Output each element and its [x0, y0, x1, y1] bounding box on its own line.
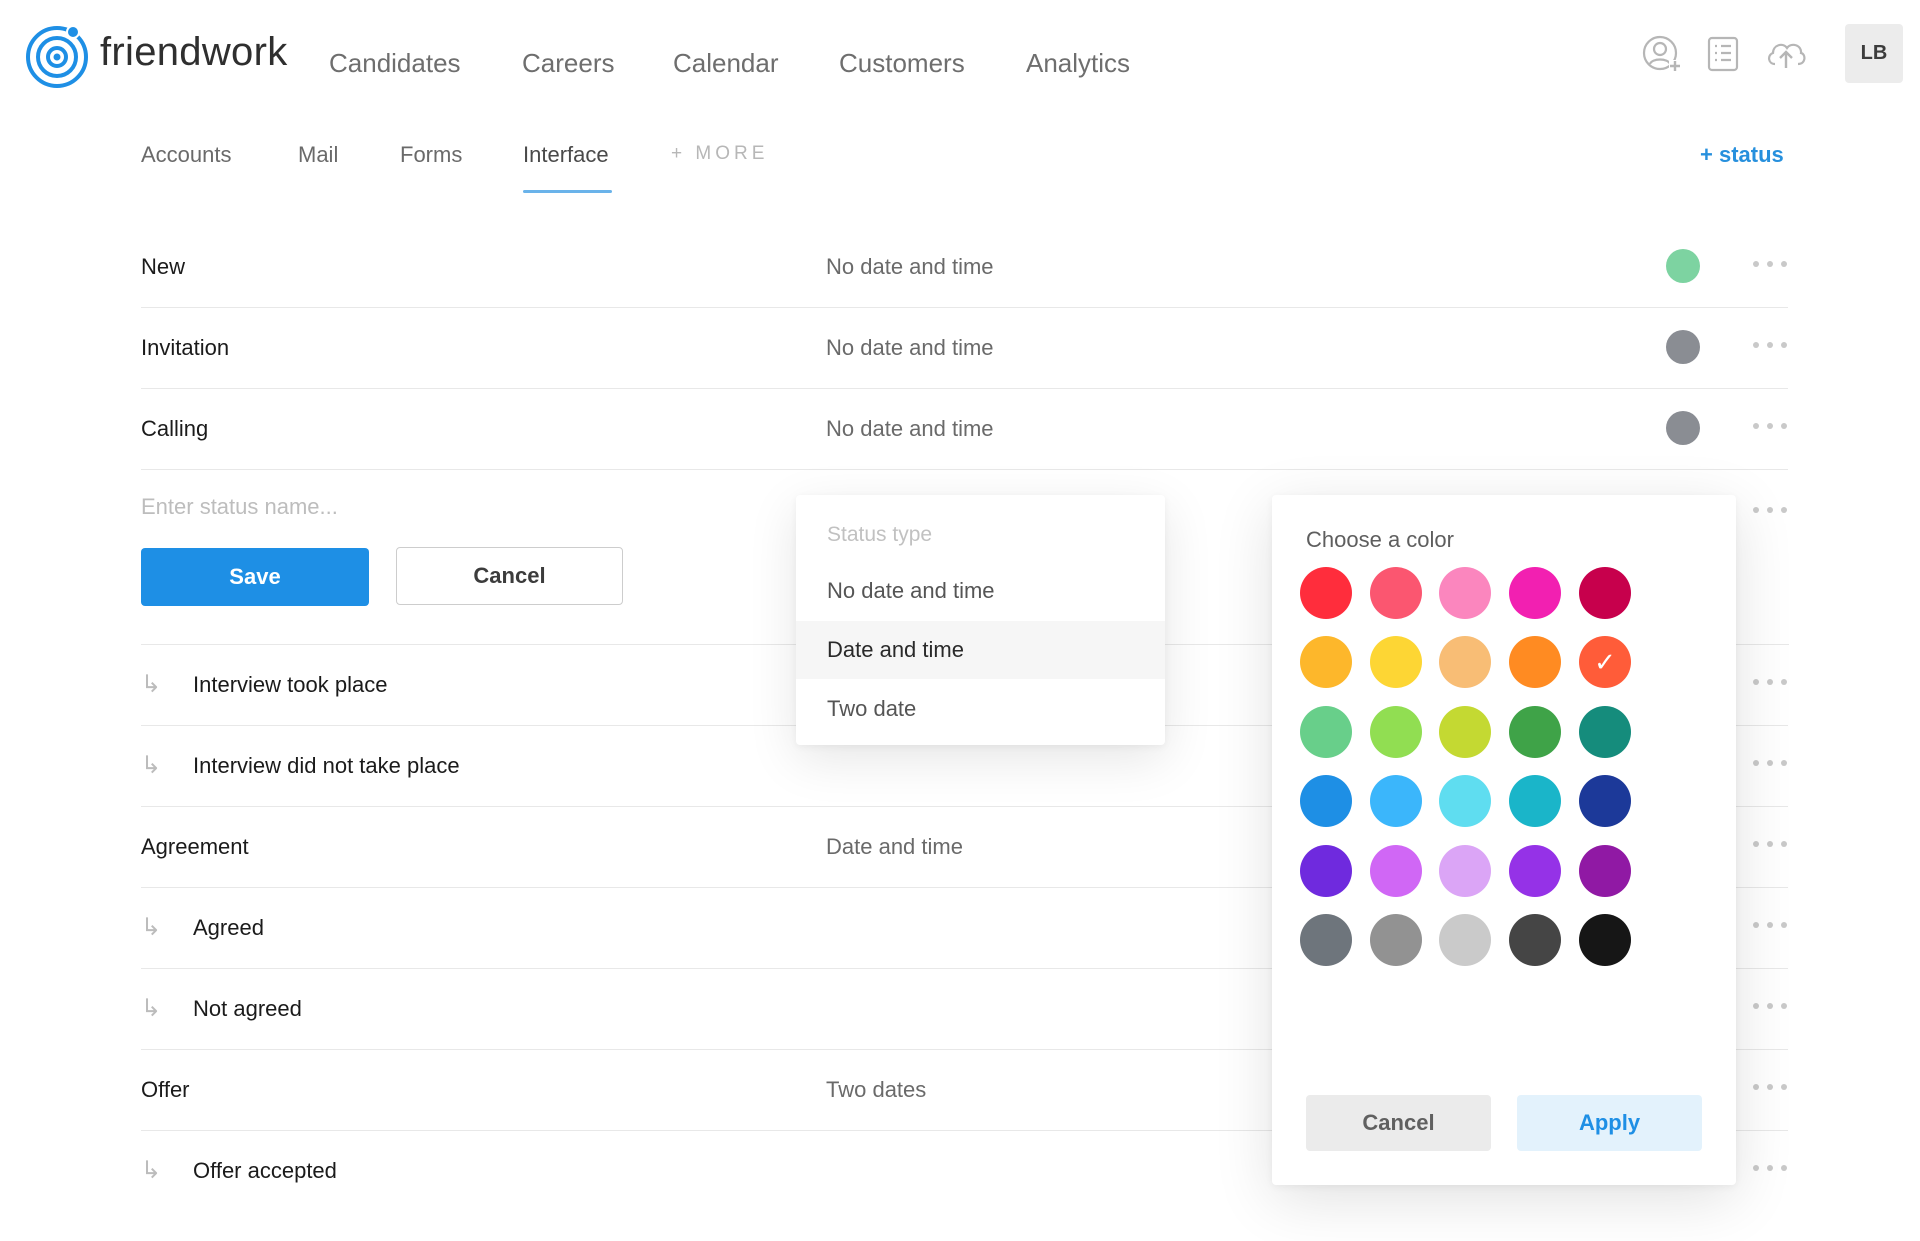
- status-row: New No date and time: [141, 227, 1788, 308]
- tab-accounts[interactable]: Accounts: [141, 142, 232, 168]
- status-name: Calling: [141, 416, 209, 441]
- status-row: Invitation No date and time: [141, 308, 1788, 389]
- row-more-icon[interactable]: [1753, 335, 1787, 355]
- color-swatch[interactable]: [1579, 914, 1631, 966]
- add-status-button[interactable]: + status: [1700, 142, 1784, 168]
- color-swatch[interactable]: [1579, 706, 1631, 758]
- color-swatch[interactable]: [1579, 567, 1631, 619]
- color-picker-popover: Choose a color ✓ Cancel Apply: [1272, 495, 1736, 1185]
- sub-status-arrow-icon: ↳: [141, 1157, 162, 1184]
- save-button[interactable]: Save: [141, 548, 369, 606]
- status-type: No date and time: [826, 335, 994, 360]
- row-more-icon[interactable]: [1753, 996, 1787, 1016]
- add-user-icon[interactable]: [1642, 34, 1682, 74]
- row-more-icon[interactable]: [1753, 753, 1787, 773]
- color-swatch[interactable]: [1439, 706, 1491, 758]
- row-more-icon[interactable]: [1753, 1077, 1787, 1097]
- color-swatch[interactable]: [1370, 706, 1422, 758]
- status-name: Interview took place: [193, 672, 388, 697]
- cloud-upload-icon[interactable]: [1764, 34, 1808, 74]
- top-nav-careers[interactable]: Careers: [522, 48, 614, 79]
- row-more-icon[interactable]: [1753, 416, 1787, 436]
- cancel-button[interactable]: Cancel: [396, 547, 623, 605]
- sub-status-arrow-icon: ↳: [141, 995, 162, 1022]
- color-swatch[interactable]: [1579, 845, 1631, 897]
- status-name: Agreed: [193, 915, 264, 940]
- status-type: Date and time: [826, 834, 963, 859]
- sub-status-arrow-icon: ↳: [141, 914, 162, 941]
- row-more-icon[interactable]: [1753, 1158, 1787, 1178]
- row-more-icon[interactable]: [1753, 500, 1787, 520]
- color-swatch[interactable]: [1509, 845, 1561, 897]
- status-color-dot[interactable]: [1666, 249, 1700, 283]
- color-swatch[interactable]: [1439, 845, 1491, 897]
- status-type: No date and time: [826, 254, 994, 279]
- color-swatch[interactable]: [1370, 914, 1422, 966]
- status-name: Offer: [141, 1077, 190, 1102]
- color-swatch[interactable]: [1509, 706, 1561, 758]
- color-swatch[interactable]: [1439, 775, 1491, 827]
- status-type: No date and time: [826, 416, 994, 441]
- active-tab-indicator: [523, 190, 612, 193]
- color-swatch[interactable]: [1370, 567, 1422, 619]
- row-more-icon[interactable]: [1753, 254, 1787, 274]
- friendwork-logo-icon[interactable]: [24, 24, 90, 90]
- list-document-icon[interactable]: [1703, 34, 1743, 74]
- color-swatch[interactable]: [1370, 845, 1422, 897]
- status-type-option[interactable]: No date and time: [796, 562, 1165, 620]
- status-type-dropdown: Status type No date and time Date and ti…: [796, 495, 1165, 745]
- user-avatar[interactable]: LB: [1845, 24, 1903, 83]
- status-row: Calling No date and time: [141, 389, 1788, 470]
- status-type-option[interactable]: Two date: [796, 680, 1165, 738]
- status-color-dot[interactable]: [1666, 411, 1700, 445]
- status-name: Offer accepted: [193, 1158, 337, 1183]
- top-nav-calendar[interactable]: Calendar: [673, 48, 779, 79]
- more-tabs-button[interactable]: + MORE: [671, 143, 768, 165]
- brand-name: friendwork: [100, 30, 288, 74]
- color-swatch[interactable]: [1579, 775, 1631, 827]
- row-more-icon[interactable]: [1753, 672, 1787, 692]
- row-more-icon[interactable]: [1753, 915, 1787, 935]
- color-swatch[interactable]: [1300, 567, 1352, 619]
- checkmark-icon: ✓: [1594, 647, 1616, 677]
- status-name-input[interactable]: [141, 490, 701, 524]
- color-swatch[interactable]: [1300, 636, 1352, 688]
- tab-mail[interactable]: Mail: [298, 142, 338, 168]
- color-swatch-selected[interactable]: ✓: [1579, 636, 1631, 688]
- status-type-option-selected[interactable]: Date and time: [796, 621, 1165, 679]
- sub-status-arrow-icon: ↳: [141, 671, 162, 698]
- dropdown-header: Status type: [827, 523, 933, 546]
- color-swatch[interactable]: [1300, 914, 1352, 966]
- top-nav-candidates[interactable]: Candidates: [329, 48, 461, 79]
- status-name: Invitation: [141, 335, 230, 360]
- color-picker-title: Choose a color: [1306, 527, 1454, 552]
- color-apply-button[interactable]: Apply: [1517, 1095, 1702, 1151]
- color-swatch[interactable]: [1300, 775, 1352, 827]
- color-swatch[interactable]: [1509, 567, 1561, 619]
- color-swatch[interactable]: [1370, 775, 1422, 827]
- status-name: Agreement: [141, 834, 249, 859]
- color-cancel-button[interactable]: Cancel: [1306, 1095, 1491, 1151]
- color-swatch[interactable]: [1439, 567, 1491, 619]
- top-nav-customers[interactable]: Customers: [839, 48, 965, 79]
- color-swatch[interactable]: [1300, 845, 1352, 897]
- status-name: New: [141, 254, 186, 279]
- color-swatch[interactable]: [1509, 636, 1561, 688]
- color-swatch[interactable]: [1439, 914, 1491, 966]
- color-swatch[interactable]: [1370, 636, 1422, 688]
- color-swatch[interactable]: [1509, 775, 1561, 827]
- color-swatch[interactable]: [1509, 914, 1561, 966]
- top-nav-analytics[interactable]: Analytics: [1026, 48, 1130, 79]
- row-more-icon[interactable]: [1753, 834, 1787, 854]
- tab-interface[interactable]: Interface: [523, 142, 609, 168]
- color-swatch[interactable]: [1439, 636, 1491, 688]
- sub-status-arrow-icon: ↳: [141, 752, 162, 779]
- status-type: Two dates: [826, 1077, 927, 1102]
- status-name: Interview did not take place: [193, 753, 460, 778]
- color-swatch[interactable]: [1300, 706, 1352, 758]
- status-name: Not agreed: [193, 996, 302, 1021]
- status-color-dot[interactable]: [1666, 330, 1700, 364]
- tab-forms[interactable]: Forms: [400, 142, 462, 168]
